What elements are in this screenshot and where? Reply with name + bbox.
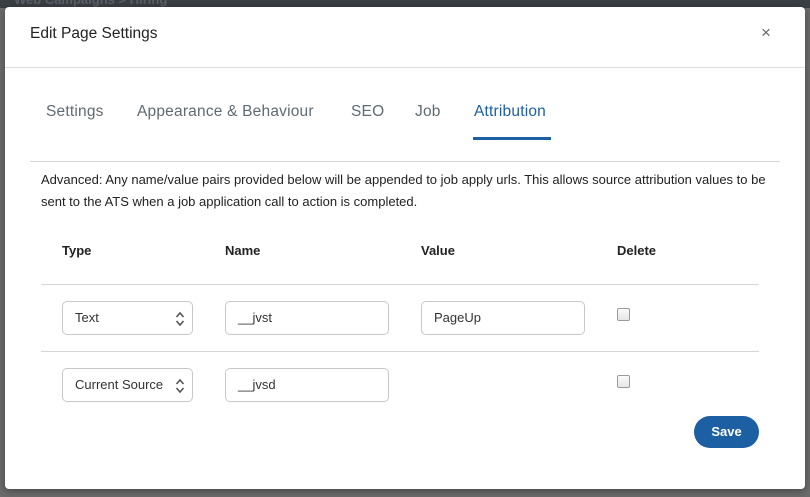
tab-settings[interactable]: Settings bbox=[46, 103, 104, 121]
name-input[interactable]: __jvst bbox=[225, 301, 389, 335]
column-header-type: Type bbox=[62, 243, 92, 258]
type-select[interactable]: Text bbox=[62, 301, 193, 335]
tab-attribution[interactable]: Attribution bbox=[474, 103, 546, 121]
delete-checkbox[interactable] bbox=[617, 308, 630, 321]
modal-title: Edit Page Settings bbox=[30, 25, 158, 42]
type-select-value: Current Source bbox=[75, 377, 164, 392]
column-header-value: Value bbox=[421, 243, 455, 258]
type-select[interactable]: Current Source bbox=[62, 368, 193, 402]
value-input[interactable]: PageUp bbox=[421, 301, 585, 335]
tab-job[interactable]: Job bbox=[415, 103, 441, 121]
type-select-value: Text bbox=[75, 310, 99, 325]
save-button[interactable]: Save bbox=[694, 416, 759, 448]
edit-page-settings-dialog: Edit Page Settings × Settings Appearance… bbox=[5, 7, 805, 489]
column-header-name: Name bbox=[225, 243, 261, 258]
active-tab-indicator bbox=[473, 137, 551, 140]
attribution-description: Advanced: Any name/value pairs provided … bbox=[41, 172, 766, 209]
tab-bar: Settings Appearance & Behaviour SEO Job … bbox=[30, 68, 780, 162]
close-icon[interactable]: × bbox=[757, 23, 775, 43]
row-divider bbox=[41, 351, 759, 352]
name-input[interactable]: __jvsd bbox=[225, 368, 389, 402]
tab-appearance-behaviour[interactable]: Appearance & Behaviour bbox=[137, 103, 314, 121]
tab-seo[interactable]: SEO bbox=[351, 103, 384, 121]
chevron-up-down-icon bbox=[175, 311, 185, 327]
chevron-up-down-icon bbox=[175, 378, 185, 394]
header-divider bbox=[41, 284, 759, 285]
delete-checkbox[interactable] bbox=[617, 375, 630, 388]
modal-header: Edit Page Settings × bbox=[5, 7, 805, 68]
column-header-delete: Delete bbox=[617, 243, 657, 258]
